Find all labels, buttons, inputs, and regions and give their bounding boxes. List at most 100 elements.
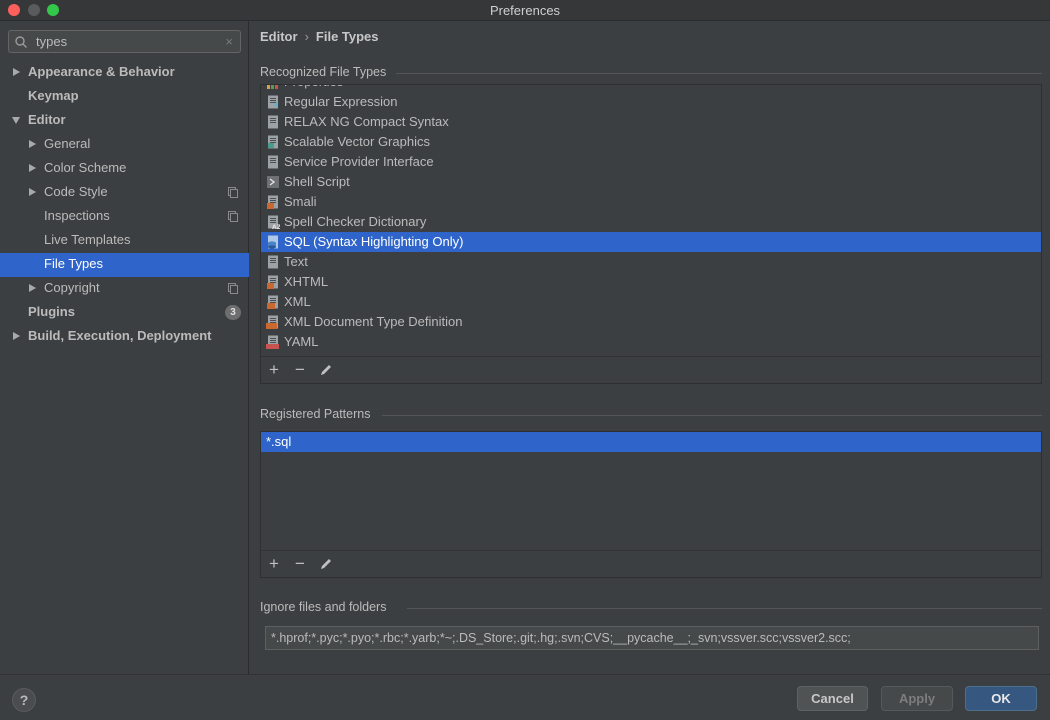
breadcrumb-current: File Types [315, 29, 379, 44]
svg-text:AZ: AZ [272, 224, 280, 229]
text-file-icon [268, 115, 278, 129]
sidebar-item-label: Copyright [44, 280, 100, 295]
settings-sidebar: × Appearance & Behavior Keymap Editor Gener… [0, 21, 249, 674]
cancel-button[interactable]: Cancel [797, 686, 868, 711]
pencil-icon [321, 559, 331, 569]
file-type-row[interactable]: Text [261, 252, 1041, 272]
file-type-row[interactable]: Service Provider Interface [261, 152, 1041, 172]
svg-file-icon [268, 135, 278, 149]
remove-file-type-button[interactable]: − [290, 360, 310, 380]
sidebar-item-label: Code Style [44, 184, 108, 199]
file-type-label: Spell Checker Dictionary [284, 214, 427, 229]
ok-button[interactable]: OK [965, 686, 1037, 711]
section-divider [407, 608, 1042, 609]
breadcrumb-separator: › [304, 29, 309, 44]
file-types-scroll-content: Properties * Regular Expression RELAX NG Co… [261, 85, 1041, 352]
breadcrumb-parent[interactable]: Editor [260, 29, 298, 44]
sidebar-item-label: Keymap [28, 88, 79, 103]
properties-file-icon [267, 85, 278, 89]
recognized-file-types-list[interactable]: Properties * Regular Expression RELAX NG Co… [261, 85, 1041, 356]
settings-search-box[interactable]: × [8, 30, 241, 53]
file-type-row[interactable]: XML Document Type Definition [261, 312, 1041, 332]
pencil-icon [321, 365, 331, 375]
sidebar-item-keymap[interactable]: Keymap [0, 85, 249, 109]
file-type-row[interactable]: XHTML [261, 272, 1041, 292]
file-type-label: Shell Script [284, 174, 350, 189]
chevron-right-icon[interactable] [29, 284, 36, 292]
sidebar-item-general[interactable]: General [0, 133, 249, 157]
sidebar-item-code-style[interactable]: Code Style [0, 181, 249, 205]
dialog-button-bar: ? Cancel Apply OK [0, 674, 1050, 720]
svg-text:*: * [274, 102, 279, 109]
regex-file-icon: * [268, 95, 279, 109]
sidebar-item-label: General [44, 136, 91, 151]
file-type-label: Text [284, 254, 308, 269]
file-type-label: Properties [284, 85, 343, 92]
add-file-type-button[interactable]: + [264, 360, 284, 380]
file-types-toolbar: + − [261, 356, 1041, 383]
sidebar-item-copyright[interactable]: Copyright [0, 277, 249, 301]
sidebar-item-label: Plugins [28, 304, 75, 319]
registered-patterns-list[interactable]: *.sql [261, 432, 1041, 550]
sql-file-icon [268, 235, 278, 249]
text-file-icon [268, 255, 278, 269]
sidebar-item-label: File Types [44, 256, 104, 271]
file-type-label: XML Document Type Definition [284, 314, 463, 329]
file-type-label: Smali [284, 194, 317, 209]
file-type-row[interactable]: SQL (Syntax Highlighting Only) [261, 232, 1041, 252]
file-type-label: RELAX NG Compact Syntax [284, 114, 449, 129]
yaml-file-icon [266, 335, 279, 349]
add-pattern-button[interactable]: + [264, 554, 284, 574]
chevron-right-icon[interactable] [13, 68, 20, 76]
project-scope-icon [228, 187, 238, 198]
sidebar-item-label: Build, Execution, Deployment [28, 328, 212, 343]
clear-search-icon[interactable]: × [225, 34, 233, 49]
file-type-row[interactable]: Shell Script [261, 172, 1041, 192]
section-divider [382, 415, 1042, 416]
file-type-label: Scalable Vector Graphics [284, 134, 430, 149]
file-type-row[interactable]: * Regular Expression [261, 92, 1041, 112]
edit-pattern-button[interactable] [316, 554, 336, 574]
file-type-row[interactable]: Smali [261, 192, 1041, 212]
sidebar-item-label: Inspections [44, 208, 110, 223]
file-type-row[interactable]: RELAX NG Compact Syntax [261, 112, 1041, 132]
registered-patterns-title: Registered Patterns [260, 407, 371, 421]
sidebar-item-appearance-behavior[interactable]: Appearance & Behavior [0, 61, 249, 85]
edit-file-type-button[interactable] [316, 360, 336, 380]
sidebar-item-label: Appearance & Behavior [28, 64, 175, 79]
sidebar-item-plugins[interactable]: Plugins 3 [0, 301, 249, 325]
sidebar-item-live-templates[interactable]: Live Templates [0, 229, 249, 253]
remove-pattern-button[interactable]: − [290, 554, 310, 574]
file-type-row[interactable]: AZ Spell Checker Dictionary [261, 212, 1041, 232]
chevron-down-icon[interactable] [12, 117, 20, 124]
chevron-right-icon[interactable] [29, 188, 36, 196]
sidebar-item-inspections[interactable]: Inspections [0, 205, 249, 229]
shell-file-icon [267, 176, 279, 188]
chevron-right-icon[interactable] [13, 332, 20, 340]
apply-button[interactable]: Apply [881, 686, 953, 711]
sidebar-item-file-types[interactable]: File Types [0, 253, 249, 277]
sidebar-item-build-execution-deployment[interactable]: Build, Execution, Deployment [0, 325, 249, 349]
file-type-label: SQL (Syntax Highlighting Only) [284, 234, 464, 249]
file-type-row[interactable]: Properties [261, 85, 1041, 92]
smali-file-icon [267, 195, 278, 209]
xml-file-icon [267, 295, 278, 309]
sidebar-item-editor[interactable]: Editor [0, 109, 249, 133]
sidebar-item-label: Color Scheme [44, 160, 127, 175]
ignore-files-title: Ignore files and folders [260, 600, 387, 614]
settings-tree: Appearance & Behavior Keymap Editor General… [0, 61, 249, 349]
help-button[interactable]: ? [12, 688, 36, 712]
file-type-row[interactable]: YAML [261, 332, 1041, 352]
registered-patterns-panel: *.sql + − [260, 431, 1042, 578]
search-icon [15, 36, 27, 48]
chevron-right-icon[interactable] [29, 164, 36, 172]
ignore-files-input[interactable] [265, 626, 1039, 650]
search-input[interactable] [36, 33, 216, 50]
pattern-row[interactable]: *.sql [261, 432, 1041, 452]
file-type-row[interactable]: Scalable Vector Graphics [261, 132, 1041, 152]
sidebar-item-color-scheme[interactable]: Color Scheme [0, 157, 249, 181]
chevron-right-icon[interactable] [29, 140, 36, 148]
file-type-row[interactable]: XML [261, 292, 1041, 312]
file-type-label: XML [284, 294, 311, 309]
window-title: Preferences [489, 3, 561, 18]
